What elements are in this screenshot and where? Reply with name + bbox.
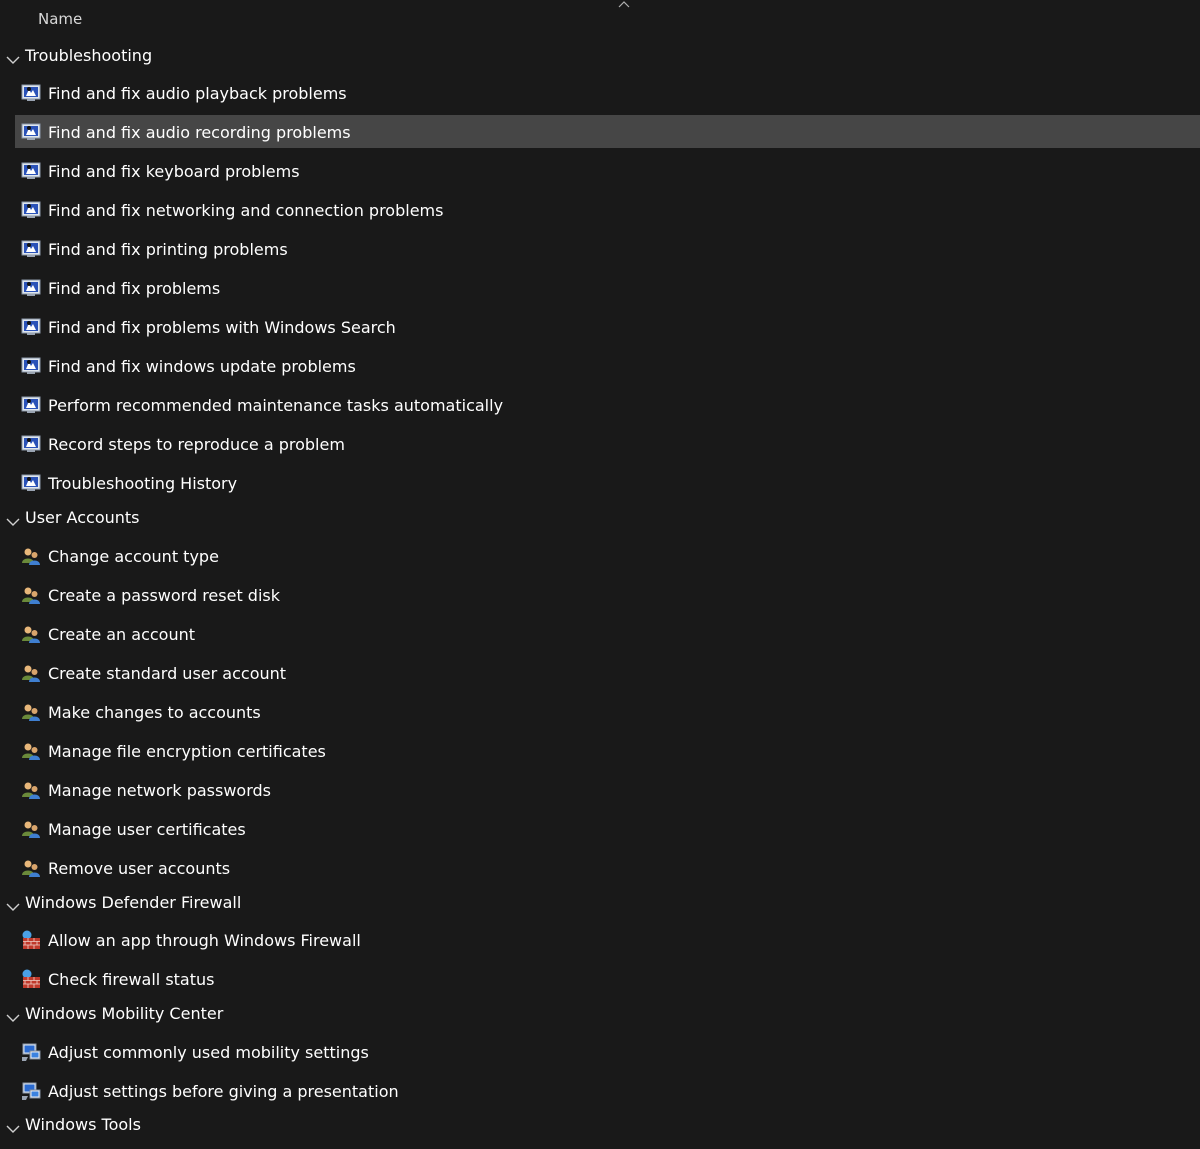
users-icon — [21, 741, 41, 761]
list-item-label: Record steps to reproduce a problem — [48, 435, 345, 454]
group-label: Windows Mobility Center — [25, 1004, 224, 1023]
list-item-label: Manage network passwords — [48, 781, 271, 800]
users-icon — [21, 624, 41, 644]
troubleshoot-icon — [21, 122, 41, 142]
group-label: Windows Defender Firewall — [25, 893, 242, 912]
list-item[interactable]: Change account type — [15, 539, 1200, 572]
list-item-label: Perform recommended maintenance tasks au… — [48, 396, 504, 415]
group-header-user-accounts[interactable]: User Accounts — [0, 500, 1200, 536]
list-item[interactable]: Create a password reset disk — [15, 578, 1200, 611]
list-item[interactable]: Make changes to accounts — [15, 695, 1200, 728]
group-label: User Accounts — [25, 508, 140, 527]
group-header-troubleshooting[interactable]: Troubleshooting — [0, 38, 1200, 74]
firewall-icon — [21, 969, 41, 989]
list-item-label: Remove user accounts — [48, 859, 231, 878]
chevron-down-icon[interactable] — [6, 897, 20, 911]
list-item[interactable]: Find and fix problems — [15, 271, 1200, 304]
list-item[interactable]: Remove user accounts — [15, 851, 1200, 884]
list-item[interactable]: Manage file encryption certificates — [15, 734, 1200, 767]
users-icon — [21, 702, 41, 722]
list-item[interactable]: Find and fix windows update problems — [15, 349, 1200, 382]
column-header[interactable]: Name — [0, 0, 1200, 38]
group-header-windows-defender-firewall[interactable]: Windows Defender Firewall — [0, 885, 1200, 921]
list-item[interactable]: Allow an app through Windows Firewall — [15, 923, 1200, 956]
users-icon — [21, 585, 41, 605]
column-header-name[interactable]: Name — [38, 10, 82, 28]
troubleshoot-icon — [21, 83, 41, 103]
list-item[interactable]: Create standard user account — [15, 656, 1200, 689]
list-item[interactable]: Troubleshooting History — [15, 466, 1200, 499]
users-icon — [21, 546, 41, 566]
list-item[interactable]: Find and fix printing problems — [15, 232, 1200, 265]
troubleshoot-icon — [21, 473, 41, 493]
firewall-icon — [21, 930, 41, 950]
list-item-label: Find and fix windows update problems — [48, 357, 356, 376]
troubleshoot-icon — [21, 278, 41, 298]
list-item[interactable]: Manage user certificates — [15, 812, 1200, 845]
list-item[interactable]: Perform recommended maintenance tasks au… — [15, 388, 1200, 421]
troubleshoot-icon — [21, 317, 41, 337]
troubleshoot-icon — [21, 395, 41, 415]
list-item[interactable]: Create an account — [15, 617, 1200, 650]
list-item[interactable]: Record steps to reproduce a problem — [15, 427, 1200, 460]
users-icon — [21, 819, 41, 839]
list-item-label: Find and fix audio playback problems — [48, 84, 347, 103]
list-item[interactable]: Adjust commonly used mobility settings — [15, 1035, 1200, 1068]
list-item-label: Find and fix problems with Windows Searc… — [48, 318, 396, 337]
list-item[interactable]: Manage network passwords — [15, 773, 1200, 806]
list-item[interactable]: Find and fix audio recording problems — [15, 115, 1200, 148]
troubleshoot-icon — [21, 200, 41, 220]
sort-ascending-icon — [618, 1, 630, 8]
list-item-label: Manage user certificates — [48, 820, 246, 839]
group-header-windows-mobility-center[interactable]: Windows Mobility Center — [0, 996, 1200, 1032]
list-item-label: Find and fix networking and connection p… — [48, 201, 444, 220]
list-item-label: Manage file encryption certificates — [48, 742, 326, 761]
list-item[interactable]: Check firewall status — [15, 962, 1200, 995]
list-item-label: Troubleshooting History — [48, 474, 238, 493]
list-item-label: Allow an app through Windows Firewall — [48, 931, 361, 950]
group-label: Troubleshooting — [25, 46, 153, 65]
list-item-label: Create an account — [48, 625, 196, 644]
list-item-label: Make changes to accounts — [48, 703, 261, 722]
group-label: Windows Tools — [25, 1115, 141, 1134]
list-item-label: Adjust settings before giving a presenta… — [48, 1082, 399, 1101]
list-item-label: Check firewall status — [48, 970, 215, 989]
list-item-label: Find and fix problems — [48, 279, 221, 298]
mobility-icon — [21, 1081, 41, 1101]
chevron-down-icon[interactable] — [6, 1119, 20, 1133]
list-item[interactable]: Find and fix problems with Windows Searc… — [15, 310, 1200, 343]
list-item-label: Find and fix keyboard problems — [48, 162, 300, 181]
list-item[interactable]: Find and fix networking and connection p… — [15, 193, 1200, 226]
list-item[interactable]: Find and fix audio playback problems — [15, 76, 1200, 109]
troubleshoot-icon — [21, 356, 41, 376]
list-item-label: Change account type — [48, 547, 219, 566]
mobility-icon — [21, 1042, 41, 1062]
troubleshoot-icon — [21, 161, 41, 181]
list-item-label: Find and fix printing problems — [48, 240, 288, 259]
list-item[interactable]: Adjust settings before giving a presenta… — [15, 1074, 1200, 1107]
troubleshoot-icon — [21, 239, 41, 259]
troubleshoot-icon — [21, 434, 41, 454]
users-icon — [21, 858, 41, 878]
list-item-label: Create a password reset disk — [48, 586, 280, 605]
list-item-label: Adjust commonly used mobility settings — [48, 1043, 369, 1062]
list-item-label: Create standard user account — [48, 664, 287, 683]
group-header-windows-tools[interactable]: Windows Tools — [0, 1107, 1200, 1143]
list-item[interactable]: Find and fix keyboard problems — [15, 154, 1200, 187]
users-icon — [21, 663, 41, 683]
chevron-down-icon[interactable] — [6, 512, 20, 526]
users-icon — [21, 780, 41, 800]
list-item-label: Find and fix audio recording problems — [48, 123, 351, 142]
chevron-down-icon[interactable] — [6, 1008, 20, 1022]
chevron-down-icon[interactable] — [6, 50, 20, 64]
